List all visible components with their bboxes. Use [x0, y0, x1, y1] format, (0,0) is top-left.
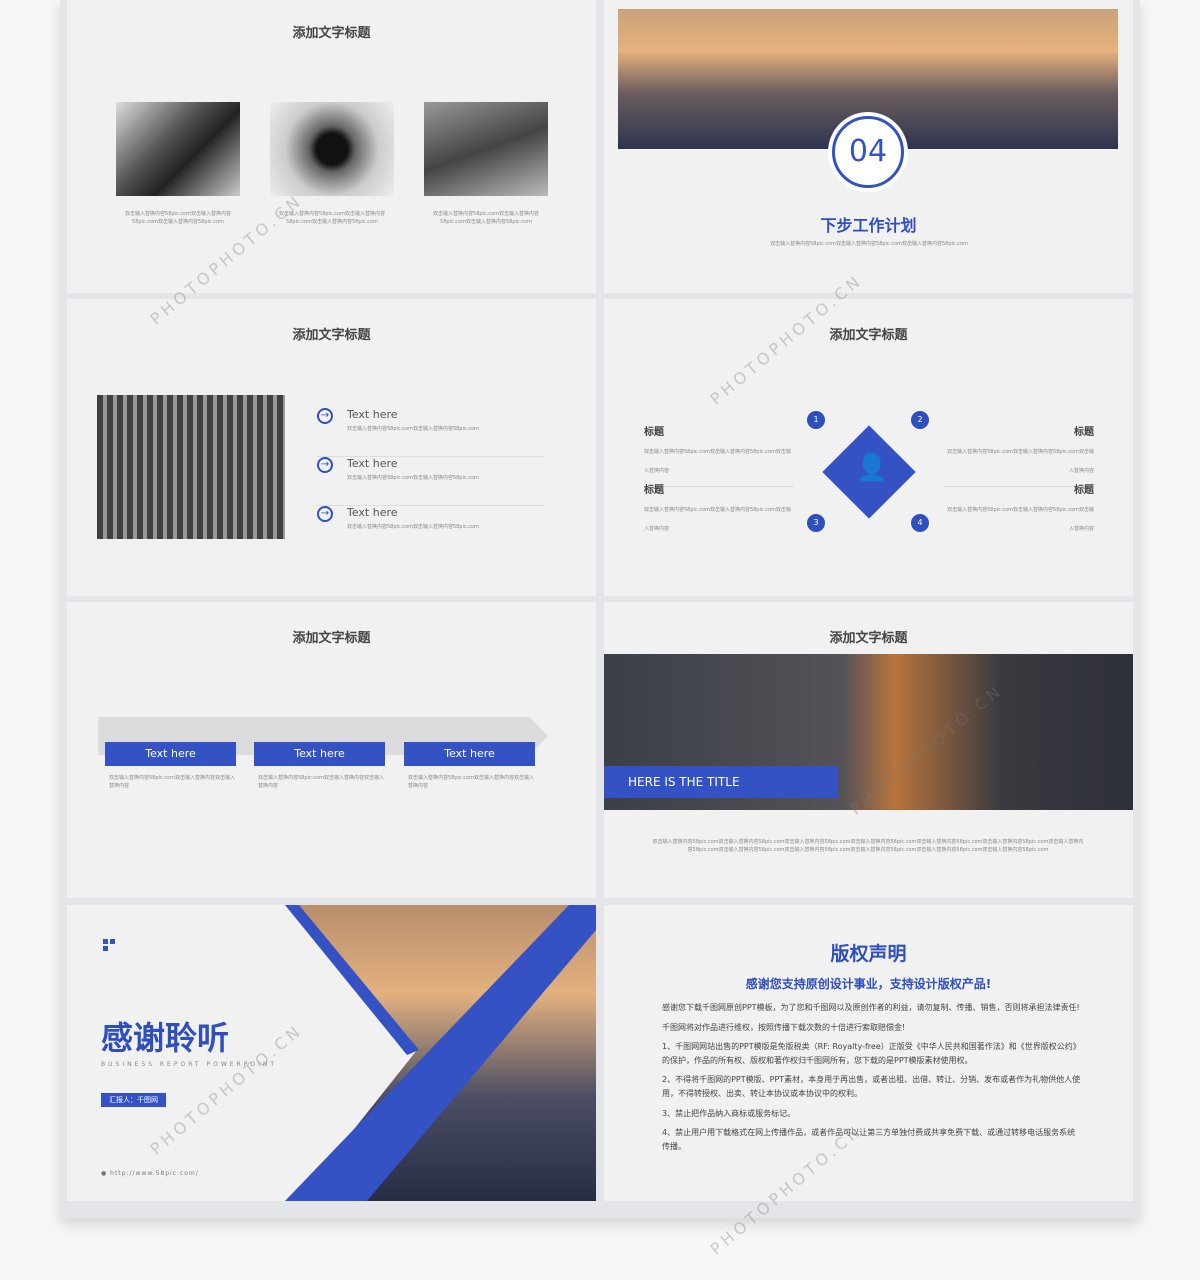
slide-banner[interactable]: 添加文字标题 HERE IS THE TITLE 双击输入替换内容58pic.c… — [604, 602, 1133, 898]
arrow-right-icon: → — [317, 408, 333, 424]
list-item: → Text here 双击输入替换内容58pic.com双击输入替换内容58pic… — [317, 457, 545, 506]
step-number: 2 — [911, 411, 929, 429]
list-item: → Text here 双击输入替换内容58pic.com双击输入替换内容58pic… — [317, 408, 545, 457]
paragraph: 3、禁止把作品纳入商标或服务标记。 — [662, 1108, 796, 1118]
copyright-subtitle: 感谢您支持原创设计事业，支持设计版权产品! — [745, 977, 992, 991]
slide-next-plan[interactable]: 04 下步工作计划 双击输入替换内容58pic.com双击输入替换内容58pic… — [604, 0, 1133, 293]
label-block: 标题 双击输入替换内容58pic.com双击输入替换内容58pic.com双击输入… — [644, 423, 794, 487]
slide-copyright[interactable]: 版权声明 感谢您支持原创设计事业，支持设计版权产品! 感谢您下载千图网原创PPT… — [604, 905, 1133, 1201]
reporter-badge: 汇报人：千图网 — [101, 1093, 166, 1107]
slide-title: 添加文字标题 — [829, 328, 908, 343]
slide-desc: 双击输入替换内容58pic.com双击输入替换内容58pic.com双击输入替换… — [652, 839, 1084, 853]
thanks-title: 感谢聆听 — [101, 1019, 230, 1057]
copyright-title: 版权声明 — [830, 943, 907, 965]
label-block: 标题 双击输入替换内容58pic.com双击输入替换内容58pic.com双击输入… — [944, 423, 1094, 487]
step-button[interactable]: Text here — [254, 742, 385, 766]
laptop-photo — [116, 102, 240, 196]
step-button[interactable]: Text here — [105, 742, 236, 766]
item-desc: 双击输入替换内容58pic.com双击输入替换内容58pic.com — [347, 475, 479, 481]
caption: 双击输入替换内容58pic.com双击输入替换内容双击输入替换内容 — [258, 775, 384, 789]
banner-title: HERE IS THE TITLE — [604, 766, 838, 798]
item-label: Text here — [347, 457, 398, 470]
slide-desc: 双击输入替换内容58pic.com双击输入替换内容58pic.com双击输入替换… — [770, 241, 968, 247]
label-block: 标题 双击输入替换内容58pic.com双击输入替换内容58pic.com双击输入… — [644, 485, 791, 532]
paragraph: 1、千图网网站出售的PPT模版是免版税类（RF: Royalty-free）正版… — [662, 1042, 1081, 1065]
slide-title: 添加文字标题 — [829, 631, 908, 646]
step-button[interactable]: Text here — [404, 742, 535, 766]
grid-icon — [103, 939, 115, 951]
arrow-right-icon: → — [317, 506, 333, 522]
slide-title: 添加文字标题 — [292, 328, 371, 343]
add-user-icon: 👤 — [855, 453, 889, 483]
camera-photo — [270, 102, 394, 196]
caption: 双击输入替换内容58pic.com双击输入替换内容58pic.com双击输入替换… — [433, 211, 539, 225]
caption: 双击输入替换内容58pic.com双击输入替换内容双击输入替换内容 — [408, 775, 534, 789]
caption: 双击输入替换内容58pic.com双击输入替换内容58pic.com双击输入替换… — [125, 211, 231, 225]
step-number: 4 — [911, 514, 929, 532]
step-number: 3 — [807, 514, 825, 532]
caption: 双击输入替换内容58pic.com双击输入替换内容双击输入替换内容 — [109, 775, 235, 789]
building-photo — [97, 395, 285, 539]
paragraph: 感谢您下载千图网原创PPT模板，为了您和千图网以及原创作者的利益，请勿复制、传播… — [662, 1003, 1080, 1012]
paragraph: 2、不得将千图网的PPT模版、PPT素材，本身用于再出售，或者出租、出借、转让、… — [662, 1075, 1081, 1098]
section-number: 04 — [832, 116, 904, 188]
typing-photo — [424, 102, 548, 196]
slide-diamond[interactable]: 添加文字标题 👤 1 2 3 4 标题 双击输入替换内容58pic.com双击输入… — [604, 299, 1133, 596]
list-item: → Text here 双击输入替换内容58pic.com双击输入替换内容58pic… — [317, 506, 545, 555]
label-block: 标题 双击输入替换内容58pic.com双击输入替换内容58pic.com双击输入… — [947, 485, 1094, 532]
thanks-subtitle: BUSINESS REPORT POWERPOINT — [101, 1061, 277, 1068]
website-link[interactable]: ● http://www.58pic.com/ — [101, 1170, 199, 1177]
slide-images[interactable]: 添加文字标题 双击输入替换内容58pic.com双击输入替换内容58pic.co… — [67, 0, 596, 293]
slide-process[interactable]: 添加文字标题 Text here Text here Text here 双击输… — [67, 602, 596, 898]
paragraph: 千图网将对作品进行维权，按照传播下载次数的十倍进行索取赔偿金! — [662, 1022, 906, 1032]
slide-thanks[interactable]: 感谢聆听 BUSINESS REPORT POWERPOINT 汇报人：千图网 … — [67, 905, 596, 1201]
item-desc: 双击输入替换内容58pic.com双击输入替换内容58pic.com — [347, 426, 479, 432]
arrow-right-icon: → — [317, 457, 333, 473]
item-label: Text here — [347, 408, 398, 421]
item-label: Text here — [347, 506, 398, 519]
item-desc: 双击输入替换内容58pic.com双击输入替换内容58pic.com — [347, 524, 479, 530]
paragraph: 4、禁止用户用下载格式在网上传播作品，或者作品可以让第三方单独付费或共享免费下载… — [662, 1128, 1076, 1151]
slide-title: 下步工作计划 — [820, 216, 917, 235]
step-number: 1 — [807, 411, 825, 429]
slide-title: 添加文字标题 — [292, 26, 371, 41]
slide-building-list[interactable]: 添加文字标题 → Text here 双击输入替换内容58pic.com双击输入替换… — [67, 299, 596, 596]
caption: 双击输入替换内容58pic.com双击输入替换内容58pic.com双击输入替换… — [279, 211, 385, 225]
slide-title: 添加文字标题 — [292, 631, 371, 646]
